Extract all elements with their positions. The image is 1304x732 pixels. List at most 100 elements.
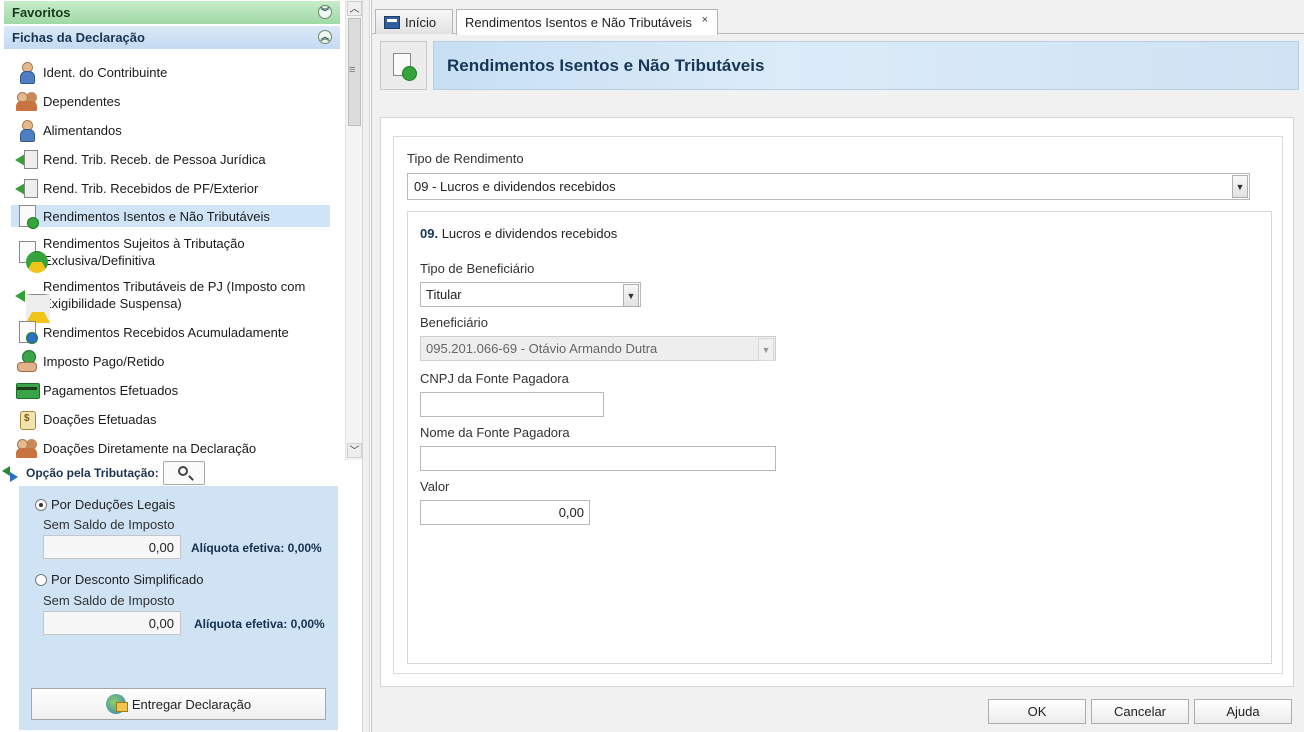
page-title: Rendimentos Isentos e Não Tributáveis [447,56,765,75]
ok-button[interactable]: OK [988,699,1086,724]
sidebar-item-rend-acumulados[interactable]: Rendimentos Recebidos Acumuladamente [11,319,330,345]
direct-donations-icon [15,436,39,460]
tipo-beneficiario-select[interactable]: Titular ▼ [420,282,641,307]
sidebar-item-ident-contribuinte[interactable]: Ident. do Contribuinte [11,59,330,85]
sidebar-item-label: Doações Diretamente na Declaração [43,440,257,456]
simplificado-saldo-label: Sem Saldo de Imposto [43,593,175,608]
tipo-rendimento-select[interactable]: 09 - Lucros e dividendos recebidos ▼ [407,173,1250,200]
beneficiario-select: 095.201.066-69 - Otávio Armando Dutra ▼ [420,336,776,361]
accumulated-income-icon [15,320,39,344]
sidebar-item-doacoes-diretas[interactable]: Doações Diretamente na Declaração [11,435,330,461]
exclusive-tax-icon [15,240,48,273]
form-box: Tipo de Rendimento 09 - Lucros e dividen… [393,136,1283,674]
sidebar-item-rend-isentos[interactable]: Rendimentos Isentos e Não Tributáveis [11,204,330,229]
sidebar-item-rend-exclusiva[interactable]: Rendimentos Sujeitos à Tributação Exclus… [11,234,330,273]
tab-rendimentos-isentos[interactable]: Rendimentos Isentos e Não Tributáveis × [456,9,718,35]
help-button[interactable]: Ajuda [1194,699,1292,724]
entregar-declaracao-button[interactable]: Entregar Declaração [31,688,326,720]
chevron-down-icon[interactable]: ︾ [318,5,332,19]
chevron-down-icon[interactable]: ▼ [623,284,639,307]
suspended-tax-icon [15,283,50,323]
home-window-icon [384,16,400,29]
chevron-down-icon[interactable]: ▼ [1232,175,1248,198]
sidebar-item-alimentandos[interactable]: Alimentandos [11,117,330,143]
radio-simplificado-label: Por Desconto Simplificado [51,572,204,587]
fichas-header-label: Fichas da Declaração [12,30,145,45]
sidebar-item-label-line2: Exigibilidade Suspensa) [43,296,182,311]
section-code: 09. [420,226,439,241]
tab-bar: Início Rendimentos Isentos e Não Tributá… [372,0,1304,35]
title-banner: Rendimentos Isentos e Não Tributáveis [433,41,1299,90]
sidebar-item-dependentes[interactable]: Dependentes [11,88,330,114]
sidebar-item-label: Rendimentos Isentos e Não Tributáveis [43,208,270,224]
simplificado-aliquota: Alíquota efetiva: 0,00% [194,617,325,631]
cnpj-input[interactable] [420,392,604,417]
radio-desconto-simplificado[interactable]: Por Desconto Simplificado [35,572,203,587]
sidebar-item-label: Rendimentos Sujeitos à Tributação Exclus… [43,235,245,269]
tax-paid-icon [15,349,39,373]
radio-simplificado-icon[interactable] [35,573,47,586]
search-icon [178,466,188,476]
sidebar-item-label-line1: Rendimentos Tributáveis de PJ (Imposto c… [43,279,306,294]
person-icon [15,60,39,84]
sidebar-item-label: Doações Efetuadas [43,411,157,427]
cancel-button[interactable]: Cancelar [1091,699,1189,724]
people-add-icon [15,118,39,142]
sidebar-item-label-line1: Rendimentos Sujeitos à Tributação [43,236,245,251]
sidebar-item-pagamentos[interactable]: Pagamentos Efetuados [11,377,330,403]
tipo-rendimento-value: 09 - Lucros e dividendos recebidos [414,179,616,194]
sidebar-item-label: Ident. do Contribuinte [43,64,168,80]
tipo-beneficiario-label: Tipo de Beneficiário [420,261,535,276]
sidebar-item-rend-trib-pj[interactable]: Rend. Trib. Receb. de Pessoa Jurídica [11,146,330,172]
sidebar-item-rend-pj-suspensa[interactable]: Rendimentos Tributáveis de PJ (Imposto c… [11,277,330,323]
people-icon [15,89,39,113]
sidebar-item-imposto-pago[interactable]: Imposto Pago/Retido [11,348,330,374]
tab-inicio-label: Início [405,15,437,30]
main-panel: Início Rendimentos Isentos e Não Tributá… [371,0,1304,732]
exempt-income-icon [15,204,39,229]
tipo-rendimento-label: Tipo de Rendimento [407,151,524,166]
radio-deducoes-legais[interactable]: Por Deduções Legais [35,497,175,512]
opcao-tributacao-header: Opção pela Tributação: [0,460,345,486]
entregar-declaracao-label: Entregar Declaração [131,696,252,712]
globe-send-icon [105,694,128,714]
check-icon [402,66,417,81]
content-frame: Tipo de Rendimento 09 - Lucros e dividen… [380,117,1294,687]
deducoes-value-field: 0,00 [43,535,181,559]
action-bar: OK Cancelar Ajuda [372,692,1304,732]
fichas-header[interactable]: Fichas da Declaração ︽ [4,26,340,49]
income-pf-icon [15,176,39,200]
sidebar-item-label: Rend. Trib. Recebidos de PF/Exterior [43,180,259,196]
deducoes-saldo-label: Sem Saldo de Imposto [43,517,175,532]
beneficiario-value: 095.201.066-69 - Otávio Armando Dutra [426,341,658,356]
sidebar-item-label: Pagamentos Efetuados [43,382,179,398]
tab-rendimentos-label: Rendimentos Isentos e Não Tributáveis [465,15,692,30]
sidebar-item-label: Rendimentos Tributáveis de PJ (Imposto c… [43,278,305,312]
tab-inicio[interactable]: Início [375,9,453,34]
panel-splitter[interactable] [362,0,370,732]
search-button[interactable] [163,461,205,485]
sidebar-item-rend-trib-pf[interactable]: Rend. Trib. Recebidos de PF/Exterior [11,175,330,201]
scroll-up-arrow-icon[interactable]: ︿ [347,1,362,16]
payments-icon [15,378,40,402]
left-panel: Favoritos ︾ Fichas da Declaração ︽ Ident… [0,0,362,732]
scroll-down-arrow-icon[interactable]: ﹀ [347,443,362,458]
scrollbar-grip-icon: ≡ [349,64,356,76]
swap-arrows-icon [2,464,20,482]
chevron-up-icon[interactable]: ︽ [318,30,332,44]
radio-deducoes-icon[interactable] [35,498,47,511]
sidebar-item-label: Alimentandos [43,122,122,138]
radio-deducoes-label: Por Deduções Legais [51,497,176,512]
valor-input[interactable]: 0,00 [420,500,590,525]
rendimento-detail-box: 09. Lucros e dividendos recebidos Tipo d… [407,211,1272,664]
favoritos-header[interactable]: Favoritos ︾ [4,1,340,24]
sidebar-item-label-line2: Exclusiva/Definitiva [43,253,155,268]
page-icon-box [380,41,427,90]
nome-fonte-input[interactable] [420,446,776,471]
favoritos-header-label: Favoritos [12,5,71,20]
valor-label: Valor [420,479,450,494]
sidebar-item-doacoes[interactable]: Doações Efetuadas [11,406,330,432]
sidebar-item-label: Imposto Pago/Retido [43,353,165,369]
close-icon[interactable]: × [702,14,708,26]
beneficiario-label: Beneficiário [420,315,488,330]
